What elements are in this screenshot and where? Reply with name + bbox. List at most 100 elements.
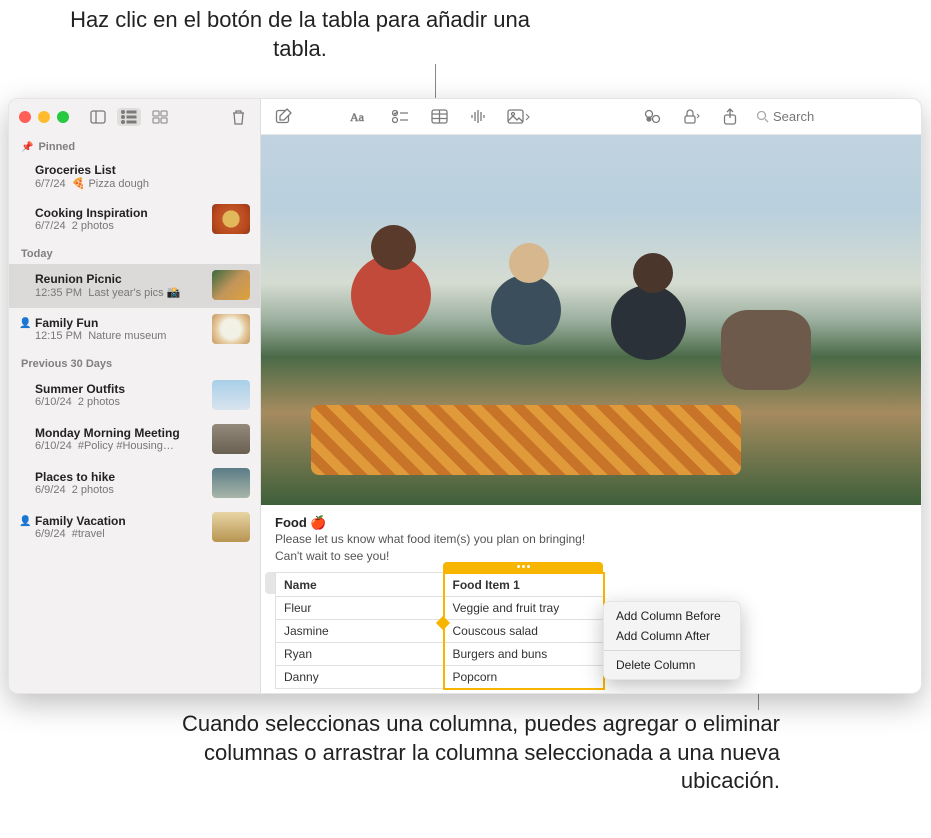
table-row[interactable]: Name Food Item 1 — [276, 573, 605, 597]
table-cell[interactable]: Popcorn — [444, 665, 605, 689]
sidebar-toggle-button[interactable] — [86, 108, 110, 126]
notes-window: 📌 Pinned Groceries List 6/7/24 🍕 Pizza d… — [8, 98, 922, 694]
sidebar-icon — [90, 110, 106, 124]
section-pinned-label: Pinned — [38, 141, 75, 153]
menu-add-column-after[interactable]: Add Column After — [604, 626, 740, 646]
note-thumbnail — [212, 314, 250, 344]
annotation-top: Haz clic en el botón de la tabla para añ… — [70, 6, 530, 63]
table-row[interactable]: Ryan Burgers and buns — [276, 642, 605, 665]
section-today: Today — [9, 242, 260, 264]
shared-icon: 👤 — [19, 318, 31, 329]
sidebar: 📌 Pinned Groceries List 6/7/24 🍕 Pizza d… — [9, 99, 261, 693]
table-cell[interactable]: Jasmine — [276, 619, 444, 642]
table-cell[interactable]: Ryan — [276, 642, 444, 665]
note-meta: 6/10/24 2 photos — [35, 396, 204, 408]
section-today-label: Today — [21, 248, 53, 260]
note-table-wrap: Name Food Item 1 Fleur Veggie and fruit … — [275, 572, 605, 690]
share-icon — [723, 108, 737, 125]
menu-separator — [604, 650, 740, 651]
pin-icon: 📌 — [21, 142, 33, 153]
list-item[interactable]: Summer Outfits 6/10/24 2 photos — [9, 374, 260, 418]
gallery-view-button[interactable] — [148, 108, 172, 126]
text-format-icon: Aa — [350, 109, 370, 124]
note-body: Food 🍎 Please let us know what food item… — [261, 505, 921, 690]
note-thumbnail — [212, 424, 250, 454]
annotation-bottom: Cuando seleccionas una columna, puedes a… — [170, 710, 780, 796]
menu-add-column-before[interactable]: Add Column Before — [604, 606, 740, 626]
note-meta: 12:15 PM Nature museum — [35, 330, 204, 342]
table-cell[interactable]: Danny — [276, 665, 444, 689]
list-item[interactable]: Places to hike 6/9/24 2 photos — [9, 462, 260, 506]
search-box[interactable] — [751, 106, 911, 127]
list-item[interactable]: Groceries List 6/7/24 🍕 Pizza dough — [9, 157, 260, 198]
minimize-icon[interactable] — [38, 111, 50, 123]
list-item[interactable]: Monday Morning Meeting 6/10/24 #Policy #… — [9, 418, 260, 462]
note-meta: 6/9/24 2 photos — [35, 484, 204, 496]
note-title: Family Vacation — [35, 514, 204, 528]
note-meta: 12:35 PM Last year's pics 📸 — [35, 286, 204, 299]
search-icon — [756, 110, 769, 123]
note-title: Reunion Picnic — [35, 272, 204, 286]
note-title: Places to hike — [35, 470, 204, 484]
row-handle[interactable] — [265, 572, 275, 594]
table-row[interactable]: Fleur Veggie and fruit tray — [276, 596, 605, 619]
section-pinned: 📌 Pinned — [9, 135, 260, 157]
menu-delete-column[interactable]: Delete Column — [604, 655, 740, 675]
checklist-icon — [392, 109, 409, 124]
table-cell[interactable]: Couscous salad — [444, 619, 605, 642]
list-item[interactable]: 👤 Family Vacation 6/9/24 #travel — [9, 506, 260, 550]
audio-button[interactable] — [466, 107, 489, 126]
new-note-button[interactable] — [271, 106, 296, 127]
lock-button[interactable] — [679, 107, 705, 126]
close-icon[interactable] — [19, 111, 31, 123]
table-icon — [431, 109, 448, 124]
share-button[interactable] — [719, 106, 741, 127]
list-icon — [121, 110, 137, 124]
media-button[interactable] — [503, 107, 534, 126]
link-button[interactable] — [640, 107, 665, 126]
window-controls — [19, 111, 69, 123]
annotation-top-text: Haz clic en el botón de la tabla para añ… — [70, 7, 530, 61]
note-title: Summer Outfits — [35, 382, 204, 396]
note-title: Family Fun — [35, 316, 204, 330]
table-header[interactable]: Name — [276, 573, 444, 597]
note-content[interactable]: Food 🍎 Please let us know what food item… — [261, 135, 921, 693]
note-thumbnail — [212, 270, 250, 300]
section-prev30: Previous 30 Days — [9, 352, 260, 374]
delete-button[interactable] — [227, 107, 250, 127]
grid-icon — [152, 110, 168, 124]
note-table[interactable]: Name Food Item 1 Fleur Veggie and fruit … — [275, 572, 605, 690]
search-input[interactable] — [773, 109, 893, 124]
note-meta: 6/7/24 🍕 Pizza dough — [35, 177, 250, 190]
list-item[interactable]: 👤 Family Fun 12:15 PM Nature museum — [9, 308, 260, 352]
note-title: Groceries List — [35, 163, 250, 177]
list-item[interactable]: Reunion Picnic 12:35 PM Last year's pics… — [9, 264, 260, 308]
list-view-button[interactable] — [117, 108, 141, 126]
main-pane: Aa — [261, 99, 921, 693]
note-heading: Food 🍎 — [275, 515, 907, 531]
annotation-bottom-text: Cuando seleccionas una columna, puedes a… — [182, 711, 780, 793]
link-icon — [644, 109, 661, 124]
note-hero-image — [261, 135, 921, 505]
main-toolbar: Aa — [261, 99, 921, 135]
note-thumbnail — [212, 512, 250, 542]
note-thumbnail — [212, 204, 250, 234]
sidebar-titlebar — [9, 99, 260, 135]
table-cell[interactable]: Burgers and buns — [444, 642, 605, 665]
photo-icon — [507, 109, 530, 124]
column-context-menu: Add Column Before Add Column After Delet… — [603, 601, 741, 680]
format-button[interactable]: Aa — [346, 107, 374, 126]
table-row[interactable]: Danny Popcorn — [276, 665, 605, 689]
table-cell[interactable]: Fleur — [276, 596, 444, 619]
zoom-icon[interactable] — [57, 111, 69, 123]
column-handle[interactable] — [443, 562, 603, 572]
note-meta: 6/10/24 #Policy #Housing… — [35, 440, 204, 452]
table-header[interactable]: Food Item 1 — [444, 573, 605, 597]
trash-icon — [231, 109, 246, 125]
note-title: Monday Morning Meeting — [35, 426, 204, 440]
table-cell[interactable]: Veggie and fruit tray — [444, 596, 605, 619]
list-item[interactable]: Cooking Inspiration 6/7/24 2 photos — [9, 198, 260, 242]
checklist-button[interactable] — [388, 107, 413, 126]
svg-text:Aa: Aa — [350, 110, 365, 124]
table-button[interactable] — [427, 107, 452, 126]
